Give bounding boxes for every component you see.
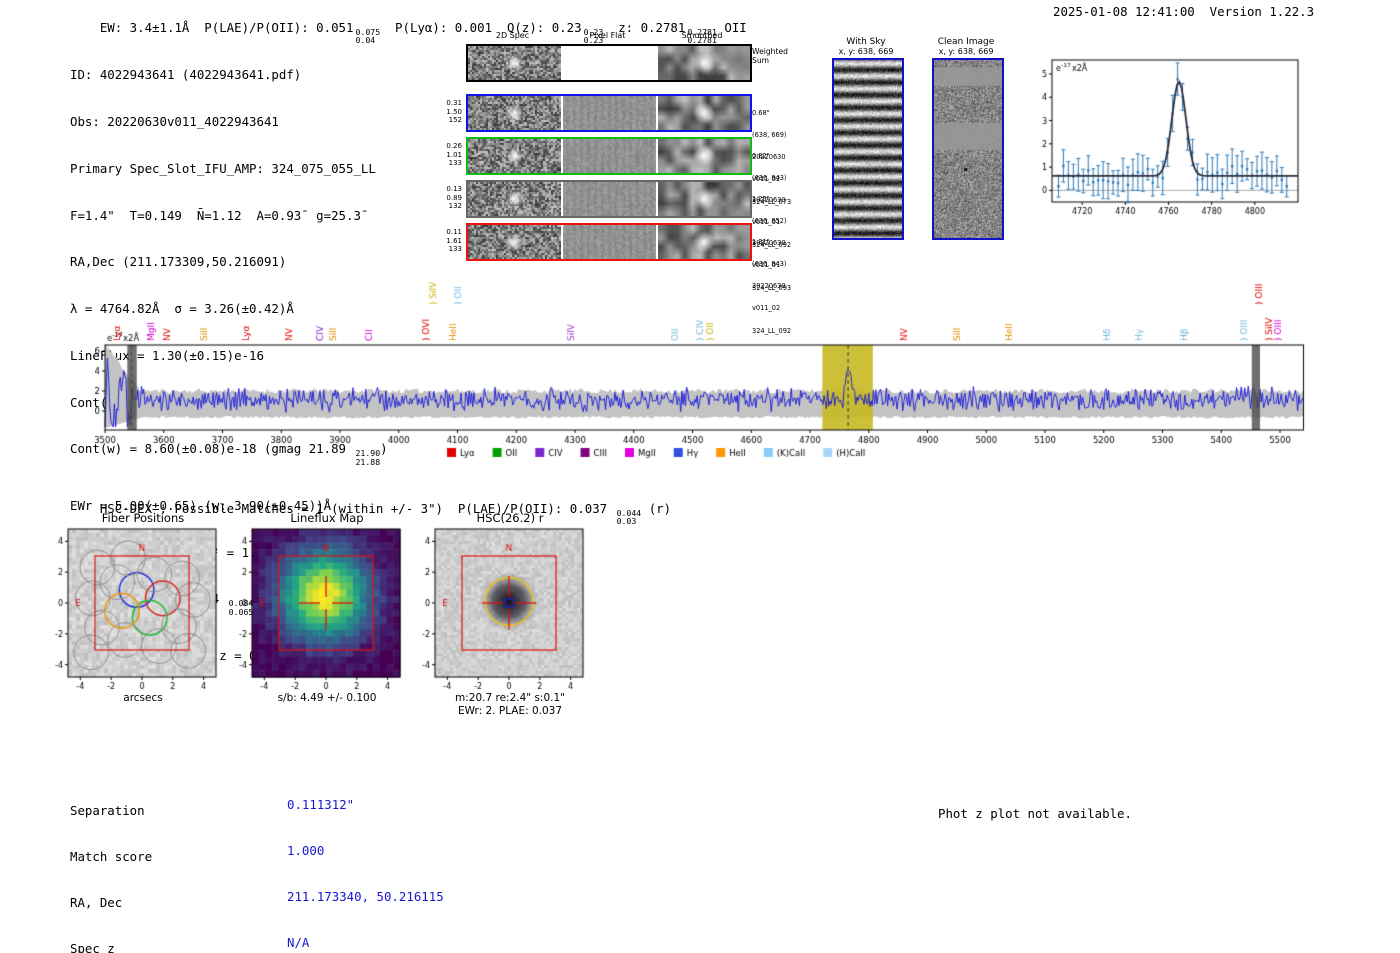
fiber-positions-xlabel: arcsecs <box>123 692 163 704</box>
fiber-weight: 1.50 <box>446 107 462 116</box>
smoothed-cutout-image <box>658 96 750 130</box>
clean-image-xy: x, y: 638, 669 <box>938 47 994 56</box>
match-label-radec: RA, Dec <box>70 895 123 911</box>
match-value-separation: 0.111312" <box>287 796 355 812</box>
fiber-weight: 152 <box>448 116 462 125</box>
info-seeing: F=1.4" T=0.149 N̄=1.12 A=0.93̄ g=25.3̄ <box>70 207 361 223</box>
spec2d-cutout-image <box>468 225 561 259</box>
clean-image <box>932 58 1004 240</box>
fiber-weight: 133 <box>448 245 462 254</box>
elixer-report-page: EW: 3.4±1.1Å P(LAE)/P(OII): 0.051 0.075 0.… <box>0 0 1400 953</box>
cutout-row-fiber-3 <box>466 180 752 218</box>
match-table-values: 0.111312" 1.000 211.173340, 50.216115 N/… <box>287 766 444 953</box>
with-sky-image <box>832 58 904 240</box>
fiber-2-weights: 0.26 1.01 133 <box>432 142 462 168</box>
pixel-flat-cutout-image <box>563 46 656 80</box>
cutout-col-header-2dspec: 2D Spec <box>495 31 530 40</box>
cutout-col-header-smoothed: Smoothed <box>681 31 723 40</box>
match-label-specz: Spec z <box>70 941 115 953</box>
weighted-sum-line2: Sum <box>752 55 770 65</box>
smoothed-cutout-image <box>658 182 750 216</box>
smoothed-cutout-image <box>658 46 750 80</box>
fiber-weight: 1.01 <box>446 150 462 159</box>
summary-ew-plae: EW: 3.4±1.1Å P(LAE)/P(OII): 0.051 <box>99 19 354 35</box>
match-label-score: Match score <box>70 849 153 865</box>
fiber-distance: 1.31" <box>752 237 770 246</box>
fiber-weight: 1.61 <box>446 236 462 245</box>
fiber-4-weights: 0.11 1.61 133 <box>432 228 462 254</box>
pixel-flat-cutout-image <box>563 96 656 130</box>
pixel-flat-cutout-image <box>563 182 656 216</box>
fiber-weight: 0.26 <box>446 142 462 150</box>
spec2d-cutout-image <box>468 182 561 216</box>
hsc-plae-bounds: 0.044 0.03 <box>616 508 642 527</box>
cutout-col-header-pixelflat: Pixel Flat <box>589 31 626 40</box>
photz-note: Phot z plot not available. <box>938 806 1132 821</box>
hsc-cutout-caption-2: EWr: 2. PLAE: 0.037 <box>457 705 563 717</box>
fiber-weight: 132 <box>448 202 462 211</box>
cutout-row-weighted <box>466 44 752 82</box>
fiber-weight: 133 <box>448 159 462 168</box>
info-id: ID: 4022943641 (4022943641.pdf) <box>70 67 302 83</box>
clean-image-title: Clean Image <box>937 37 995 47</box>
info-slot: Primary Spec_Slot_IFU_AMP: 324_075_055_L… <box>70 160 376 176</box>
spec2d-cutout-image <box>468 139 561 173</box>
match-value-specz: N/A <box>287 935 310 951</box>
lineflux-map-plot <box>222 523 407 695</box>
fiber-distance: 0.68" <box>752 108 770 117</box>
timestamp-version: 2025-01-08 12:41:00 Version 1.22.3 <box>1053 4 1315 19</box>
pixel-flat-cutout-image <box>563 225 656 259</box>
fiber-weight: 0.31 <box>446 99 462 107</box>
with-sky-title: With Sky <box>846 37 886 47</box>
cutout-row-fiber-2 <box>466 137 752 175</box>
smoothed-cutout-image <box>658 139 750 173</box>
fiber-weight: 0.89 <box>446 193 462 202</box>
match-value-score: 1.000 <box>287 843 325 859</box>
weighted-sum-label: Weighted Sum <box>752 47 788 65</box>
with-sky-xy: x, y: 638, 669 <box>838 47 894 56</box>
fiber-distance: 1.25" <box>752 194 770 203</box>
fiber-3-weights: 0.13 0.89 132 <box>432 185 462 211</box>
smoothed-cutout-image <box>658 225 750 259</box>
match-table-labels: Separation Match score RA, Dec Spec z Ph… <box>70 772 182 953</box>
spec2d-cutout-image <box>468 96 561 130</box>
line-fit-inset-plot <box>1036 50 1308 225</box>
fiber-weight: 0.11 <box>446 228 462 236</box>
cutout-row-fiber-1 <box>466 94 752 132</box>
hsc-cutout-plot <box>405 523 590 695</box>
hsc-dex-band: (r) <box>641 500 672 516</box>
lineflux-map-caption: s/b: 4.49 +/- 0.100 <box>277 692 377 704</box>
match-label-separation: Separation <box>70 802 145 818</box>
match-value-radec: 211.173340, 50.216115 <box>287 889 444 905</box>
info-obs: Obs: 20220630v011_4022943641 <box>70 113 279 129</box>
main-spectrum-plot <box>95 263 1310 473</box>
hsc-plae-lower: 0.03 <box>616 516 637 527</box>
cutout-row-fiber-4 <box>466 223 752 261</box>
pixel-flat-cutout-image <box>563 139 656 173</box>
spec2d-cutout-image <box>468 46 561 80</box>
fiber-distance: 0.82" <box>752 151 770 160</box>
fiber-weight: 0.13 <box>446 185 462 193</box>
hsc-cutout-caption-1: m:20.7 re:2.4" s:0.1" <box>455 692 565 704</box>
fiber-1-weights: 0.31 1.50 152 <box>432 99 462 125</box>
fiber-positions-plot <box>38 523 223 695</box>
